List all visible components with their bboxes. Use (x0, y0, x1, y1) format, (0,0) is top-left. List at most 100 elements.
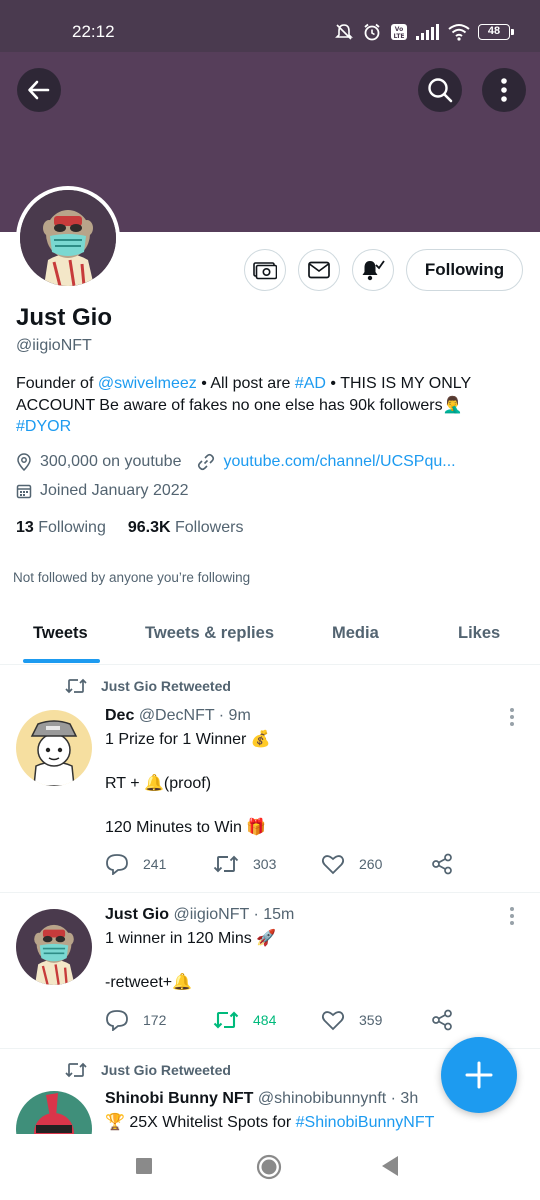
tweet-author-name[interactable]: Just Gio (105, 906, 169, 923)
svg-text:Vo: Vo (395, 26, 403, 33)
tweet-time: · 15m (253, 906, 295, 923)
share-button[interactable] (431, 1009, 453, 1031)
tweet-line: -retweet+🔔 (105, 974, 193, 991)
tweet-author-name[interactable]: Dec (105, 707, 134, 724)
retweet-count: 303 (253, 856, 277, 872)
bio-hashtag-link[interactable]: #DYOR (16, 418, 71, 435)
tweet-line: 🏆 25X Whitelist Spots for (105, 1114, 296, 1131)
location-text: 300,000 on youtube (40, 453, 182, 470)
notifications-button[interactable] (352, 249, 394, 291)
status-time: 22:12 (72, 22, 115, 41)
status-icons: Vo LTE 48 (334, 22, 514, 42)
share-button[interactable] (431, 853, 453, 875)
retweet-button-active[interactable]: 484 (213, 1010, 321, 1030)
reply-count: 241 (143, 856, 167, 872)
joined-text: Joined January 2022 (40, 482, 189, 499)
shinobi-bunny-avatar-image (16, 1091, 92, 1134)
reply-count: 172 (143, 1012, 167, 1028)
volte-icon: VoLTE (391, 24, 407, 40)
followers-count-link[interactable]: 96.3K Followers (128, 519, 244, 537)
calendar-icon (16, 484, 32, 499)
tab-likes[interactable]: Likes (458, 624, 500, 643)
website-link[interactable]: youtube.com/channel/UCSPqu... (223, 453, 455, 471)
bio-text: • All post are (196, 375, 295, 392)
signal-icon (416, 24, 439, 40)
tweet-author-handle[interactable]: @DecNFT (139, 707, 215, 724)
ape-avatar-image (20, 190, 116, 286)
tweet-author-handle[interactable]: @shinobibunnynft (258, 1090, 386, 1107)
retweet-context-text: Just Gio Retweeted (101, 678, 231, 694)
tweet-more-icon[interactable] (508, 707, 516, 727)
bio-hashtag-link[interactable]: #AD (295, 375, 326, 392)
tweet-actions: 241 303 260 (105, 853, 453, 875)
profile-tabs: Tweets Tweets & replies Media Likes (0, 610, 540, 665)
compose-tweet-button[interactable] (441, 1037, 517, 1113)
display-name: Just Gio (16, 304, 113, 331)
bio-text: Founder of (16, 375, 98, 392)
mute-icon (335, 24, 353, 40)
tweet-line: 1 winner in 120 Mins 🚀 (105, 930, 277, 947)
tweet-avatar[interactable] (16, 909, 92, 985)
dec-avatar-image (16, 710, 92, 786)
tweet-time: · 3h (390, 1090, 419, 1107)
home-icon[interactable] (256, 1154, 282, 1180)
tab-tweets-replies[interactable]: Tweets & replies (145, 624, 274, 643)
reply-button[interactable]: 172 (105, 1009, 213, 1031)
profile-handle: @iigioNFT (16, 337, 92, 354)
reply-button[interactable]: 241 (105, 853, 213, 875)
more-vertical-icon (501, 78, 507, 102)
tweet-header: Shinobi Bunny NFT @shinobibunnynft · 3h (105, 1090, 418, 1108)
tweet-more-icon[interactable] (508, 906, 516, 926)
battery-indicator: 48 (478, 24, 514, 40)
message-button[interactable] (298, 249, 340, 291)
more-options-button[interactable] (482, 68, 526, 112)
back-nav-icon[interactable] (380, 1155, 400, 1177)
tweet-author-handle[interactable]: @iigioNFT (173, 906, 249, 923)
like-count: 359 (359, 1012, 383, 1028)
ape-avatar-image (16, 909, 92, 985)
tweet-text: 🏆 25X Whitelist Spots for #ShinobiBunnyN… (105, 1112, 434, 1134)
link-icon (198, 453, 215, 471)
retweet-context: Just Gio Retweeted (65, 1062, 231, 1078)
retweet-icon (213, 855, 239, 873)
tweet-item[interactable]: Just Gio @iigioNFT · 15m 1 winner in 120… (0, 893, 540, 1049)
tweet-avatar[interactable] (16, 1091, 92, 1134)
money-icon (253, 262, 277, 280)
tab-tweets[interactable]: Tweets (33, 624, 88, 643)
tweet-line: 120 Minutes to Win 🎁 (105, 819, 267, 836)
tip-button[interactable] (244, 249, 286, 291)
tweet-hashtag-link[interactable]: #ShinobiBunnyNFT (296, 1114, 435, 1131)
tweet-text: 1 winner in 120 Mins 🚀 -retweet+🔔 (105, 928, 276, 994)
tweet-header: Just Gio @iigioNFT · 15m (105, 906, 294, 924)
like-button[interactable]: 359 (321, 1009, 431, 1031)
retweet-button[interactable]: 303 (213, 854, 321, 874)
tweet-item[interactable]: Just Gio Retweeted Dec @DecNFT · 9m 1 Pr… (0, 666, 540, 893)
profile-avatar[interactable] (16, 186, 120, 290)
following-label: Following (38, 519, 106, 536)
bio-mention-link[interactable]: @swivelmeez (98, 375, 197, 392)
arrow-left-icon (28, 80, 50, 100)
like-count: 260 (359, 856, 383, 872)
tab-media[interactable]: Media (332, 624, 379, 643)
active-tab-indicator (23, 659, 100, 663)
search-button[interactable] (418, 68, 462, 112)
reply-icon (106, 854, 128, 875)
tweet-avatar[interactable] (16, 710, 92, 786)
retweet-icon (65, 678, 87, 694)
status-bar: 22:12 Vo LTE 48 (0, 0, 540, 52)
back-button[interactable] (17, 68, 61, 112)
heart-icon (321, 855, 345, 875)
tweet-time: · 9m (218, 707, 251, 724)
like-button[interactable]: 260 (321, 853, 431, 875)
retweet-context-text: Just Gio Retweeted (101, 1062, 231, 1078)
following-button[interactable]: Following (406, 249, 523, 291)
bell-check-icon (362, 260, 385, 281)
search-icon (428, 78, 453, 103)
profile-meta-location: 300,000 on youtube youtube.com/channel/U… (16, 453, 456, 471)
recents-icon[interactable] (135, 1157, 153, 1175)
following-count: 13 (16, 519, 34, 536)
wifi-icon (448, 24, 470, 41)
tweet-author-name[interactable]: Shinobi Bunny NFT (105, 1090, 253, 1107)
alarm-icon (364, 23, 380, 41)
following-count-link[interactable]: 13 Following (16, 519, 106, 537)
